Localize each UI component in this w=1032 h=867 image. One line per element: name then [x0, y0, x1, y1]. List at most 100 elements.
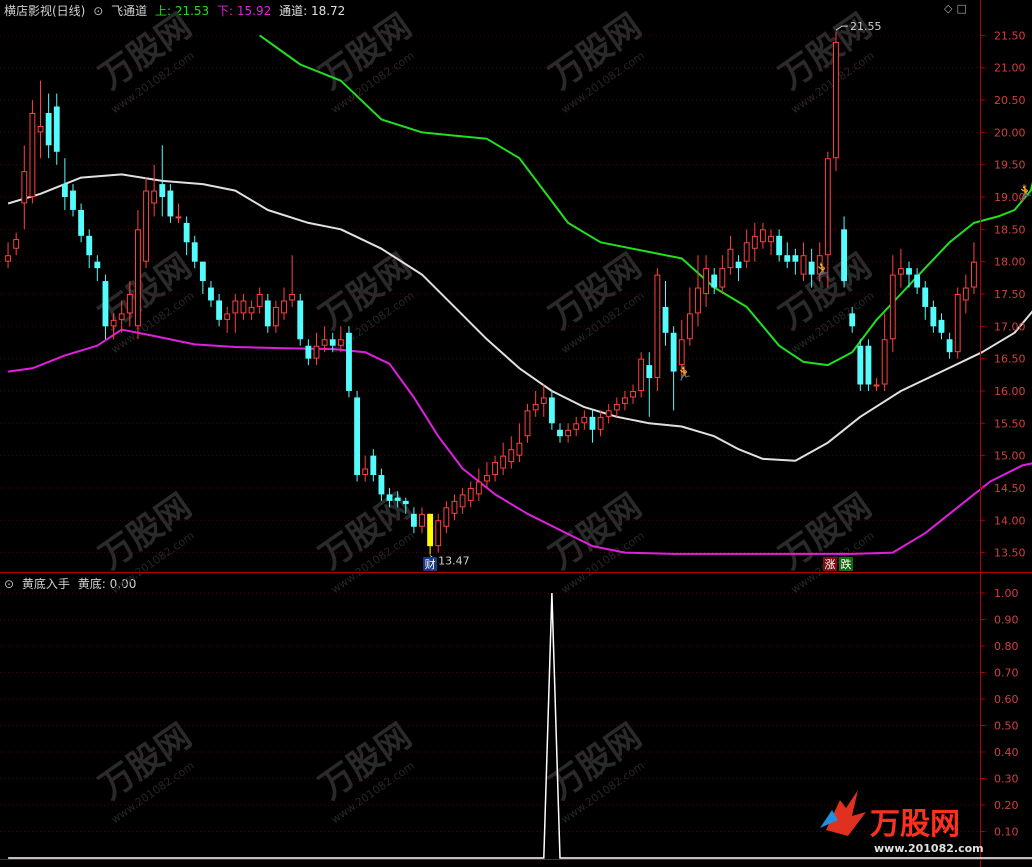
candle-body — [45, 112, 52, 146]
candle-body — [183, 222, 190, 243]
candle-body — [13, 239, 20, 249]
candle-body — [971, 261, 977, 288]
candle — [199, 261, 206, 294]
candle-body — [727, 248, 734, 269]
candle — [776, 229, 783, 262]
candle — [703, 255, 710, 307]
candle — [264, 294, 271, 333]
candle — [143, 177, 149, 269]
candle — [930, 300, 937, 333]
candle-body — [70, 190, 76, 210]
candle — [622, 390, 628, 411]
candle-body — [930, 306, 937, 327]
badge-zhang: 涨 — [824, 558, 835, 571]
candle-body — [78, 209, 85, 236]
sub-tick-label: 0.20 — [994, 799, 1019, 812]
candle — [232, 294, 239, 333]
price-tick-label: 19.00 — [994, 191, 1026, 204]
candle-body — [946, 339, 953, 353]
candle-body — [646, 365, 653, 379]
candle-body — [53, 106, 60, 152]
candle — [792, 248, 799, 275]
candle — [589, 410, 596, 443]
candle-body — [94, 261, 101, 269]
candle — [183, 216, 190, 256]
candle — [784, 242, 791, 269]
candle-body — [630, 390, 636, 398]
candle — [727, 235, 734, 275]
candle-body — [321, 339, 328, 346]
candle-body — [613, 403, 620, 411]
candle-body — [500, 455, 507, 469]
price-tick-label: 14.00 — [994, 514, 1026, 527]
candle-body — [21, 171, 28, 204]
candle-body — [638, 358, 645, 391]
candle-body — [605, 410, 612, 417]
candle — [467, 481, 474, 508]
candle — [248, 300, 255, 320]
candle — [167, 184, 174, 223]
sub-tick-label: 0.70 — [994, 667, 1019, 680]
price-tick-label: 15.00 — [994, 450, 1026, 463]
candle-body — [954, 294, 961, 353]
candle — [532, 390, 539, 417]
candle — [21, 145, 28, 230]
candle-body — [394, 497, 401, 501]
candle — [922, 281, 929, 320]
candle — [946, 332, 953, 359]
candle-body — [881, 339, 888, 385]
candle — [873, 378, 880, 391]
candle — [305, 339, 312, 366]
candle — [857, 339, 864, 391]
candle — [865, 339, 872, 391]
candle — [695, 255, 701, 327]
candle — [800, 242, 807, 282]
candle — [451, 494, 458, 521]
candle-body — [532, 403, 539, 411]
candle — [459, 487, 466, 514]
candle-body — [833, 41, 839, 159]
candle-body — [151, 190, 158, 204]
candle-body — [889, 274, 896, 340]
grid-layer — [0, 34, 980, 832]
candle — [70, 184, 76, 217]
candle — [354, 390, 360, 482]
candle — [743, 229, 750, 269]
candle — [605, 403, 612, 424]
candle — [475, 468, 482, 501]
logo-url-text: www.201082.com — [874, 842, 984, 855]
candle-body — [402, 500, 409, 505]
sub-tick-label: 0.40 — [994, 746, 1019, 759]
candle-body — [305, 345, 312, 359]
candle — [443, 500, 450, 534]
candle — [565, 423, 572, 443]
candle — [216, 294, 223, 327]
candle — [94, 255, 101, 282]
candle-body — [784, 255, 791, 262]
candle — [646, 352, 653, 417]
candle-body — [581, 416, 588, 424]
candle-body — [703, 268, 710, 294]
candle-body — [143, 190, 149, 262]
candle-body — [492, 462, 498, 476]
main-chart[interactable]: 万股网www.201082.com 万股网www.201082.com 万股网www… — [0, 0, 1032, 867]
candle-body — [427, 513, 434, 547]
candle-body — [5, 255, 11, 262]
candle — [313, 332, 320, 366]
candle — [914, 268, 921, 294]
candle — [208, 281, 214, 307]
candle-body — [662, 306, 669, 333]
candle-body — [475, 481, 482, 495]
candle-body — [743, 242, 750, 262]
candle — [13, 232, 20, 256]
candle — [962, 274, 969, 314]
price-tick-label: 15.50 — [994, 417, 1026, 430]
price-tick-label: 19.50 — [994, 159, 1026, 172]
candle-body — [524, 410, 531, 437]
candle-body — [962, 287, 969, 301]
candle — [135, 209, 141, 340]
candle-body — [792, 255, 799, 262]
candle — [175, 203, 182, 223]
candle-body — [135, 229, 141, 327]
candle — [240, 294, 247, 320]
